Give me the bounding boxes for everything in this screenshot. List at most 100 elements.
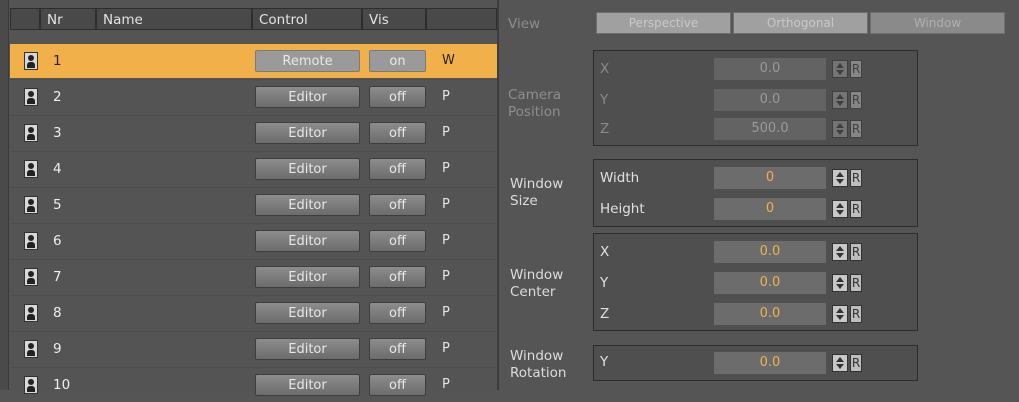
control-button[interactable]: Editor [255,374,360,396]
table-row[interactable]: 10 Editor off P [10,368,497,402]
window-rotation-group: Y 0.0 R [593,345,918,381]
reset-button[interactable]: R [850,169,862,187]
reset-button[interactable]: R [850,91,862,109]
visibility-toggle[interactable]: off [369,302,426,324]
row-nr: 2 [53,89,62,105]
reset-button[interactable]: R [850,305,862,323]
field-label: Z [600,306,610,322]
pane-divider[interactable] [497,0,499,390]
control-button[interactable]: Editor [255,86,360,108]
control-button[interactable]: Editor [255,230,360,252]
camera-icon[interactable] [24,196,38,214]
field-label: Height [600,201,645,217]
row-type: P [442,125,450,140]
reset-button[interactable]: R [850,60,862,78]
spinner-icon[interactable] [832,91,848,109]
visibility-toggle[interactable]: off [369,374,426,396]
label-line: Center [510,284,556,300]
row-nr: 4 [53,161,62,177]
window-button[interactable]: Window [870,12,1005,34]
spinner-icon[interactable] [832,354,848,372]
control-button[interactable]: Editor [255,194,360,216]
camera-z-input[interactable]: 500.0 [714,118,826,140]
window-height-input[interactable]: 0 [714,198,826,220]
camera-x-input[interactable]: 0.0 [714,58,826,80]
spinner-icon[interactable] [832,60,848,78]
camera-icon[interactable] [24,52,38,70]
table-row[interactable]: 3 Editor off P [10,116,497,150]
table-row[interactable]: 8 Editor off P [10,296,497,330]
col-header-name[interactable]: Name [96,8,252,30]
row-nr: 6 [53,233,62,249]
col-header-icon[interactable] [10,8,40,30]
window-center-label: Window Center [510,267,563,301]
table-row[interactable]: 5 Editor off P [10,188,497,222]
spinner-icon[interactable] [832,305,848,323]
table-row[interactable]: 1 Remote on W [10,44,497,78]
row-type: P [442,233,450,248]
col-header-vis[interactable]: Vis [362,8,426,30]
reset-button[interactable]: R [850,274,862,292]
control-button[interactable]: Editor [255,158,360,180]
camera-icon[interactable] [24,124,38,142]
spinner-icon[interactable] [832,200,848,218]
control-button[interactable]: Editor [255,122,360,144]
table-row[interactable]: 6 Editor off P [10,224,497,258]
visibility-toggle[interactable]: off [369,194,426,216]
visibility-toggle[interactable]: off [369,86,426,108]
reset-button[interactable]: R [850,120,862,138]
col-header-control[interactable]: Control [252,8,362,30]
table-row[interactable]: 4 Editor off P [10,152,497,186]
reset-button[interactable]: R [850,354,862,372]
center-x-input[interactable]: 0.0 [714,241,826,263]
spinner-icon[interactable] [832,120,848,138]
field-label: Y [600,275,609,291]
field-label: X [600,61,610,77]
spinner-icon[interactable] [832,243,848,261]
orthogonal-button[interactable]: Orthogonal [733,12,868,34]
camera-icon[interactable] [24,304,38,322]
control-button[interactable]: Editor [255,338,360,360]
table-row[interactable]: 2 Editor off P [10,80,497,114]
control-button[interactable]: Editor [255,302,360,324]
row-type: P [442,161,450,176]
visibility-toggle[interactable]: off [369,338,426,360]
camera-icon[interactable] [24,268,38,286]
spinner-icon[interactable] [832,169,848,187]
visibility-toggle[interactable]: off [369,230,426,252]
center-z-input[interactable]: 0.0 [714,303,826,325]
table-row[interactable]: 9 Editor off P [10,332,497,366]
camera-icon[interactable] [24,88,38,106]
spinner-icon[interactable] [832,274,848,292]
window-width-input[interactable]: 0 [714,167,826,189]
row-type: P [442,89,450,104]
reset-button[interactable]: R [850,243,862,261]
camera-icon[interactable] [24,376,38,394]
control-button[interactable]: Remote [255,50,360,72]
camera-icon[interactable] [24,232,38,250]
row-type: P [442,377,450,392]
row-nr: 9 [53,341,62,357]
camera-icon[interactable] [24,340,38,358]
table-row[interactable]: 7 Editor off P [10,260,497,294]
camera-icon[interactable] [24,160,38,178]
center-y-input[interactable]: 0.0 [714,272,826,294]
row-nr: 5 [53,197,62,213]
visibility-toggle[interactable]: on [369,50,426,72]
visibility-toggle[interactable]: off [369,122,426,144]
row-nr: 7 [53,269,62,285]
visibility-toggle[interactable]: off [369,158,426,180]
visibility-toggle[interactable]: off [369,266,426,288]
camera-y-input[interactable]: 0.0 [714,89,826,111]
field-label: Y [600,92,609,108]
row-type: P [442,305,450,320]
perspective-button[interactable]: Perspective [596,12,731,34]
control-button[interactable]: Editor [255,266,360,288]
label-line: Camera [508,87,561,103]
rotation-y-input[interactable]: 0.0 [714,352,826,374]
col-header-nr[interactable]: Nr [40,8,96,30]
row-type: P [442,341,450,356]
reset-button[interactable]: R [850,200,862,218]
col-header-type[interactable] [426,8,497,30]
row-nr: 10 [53,377,71,393]
